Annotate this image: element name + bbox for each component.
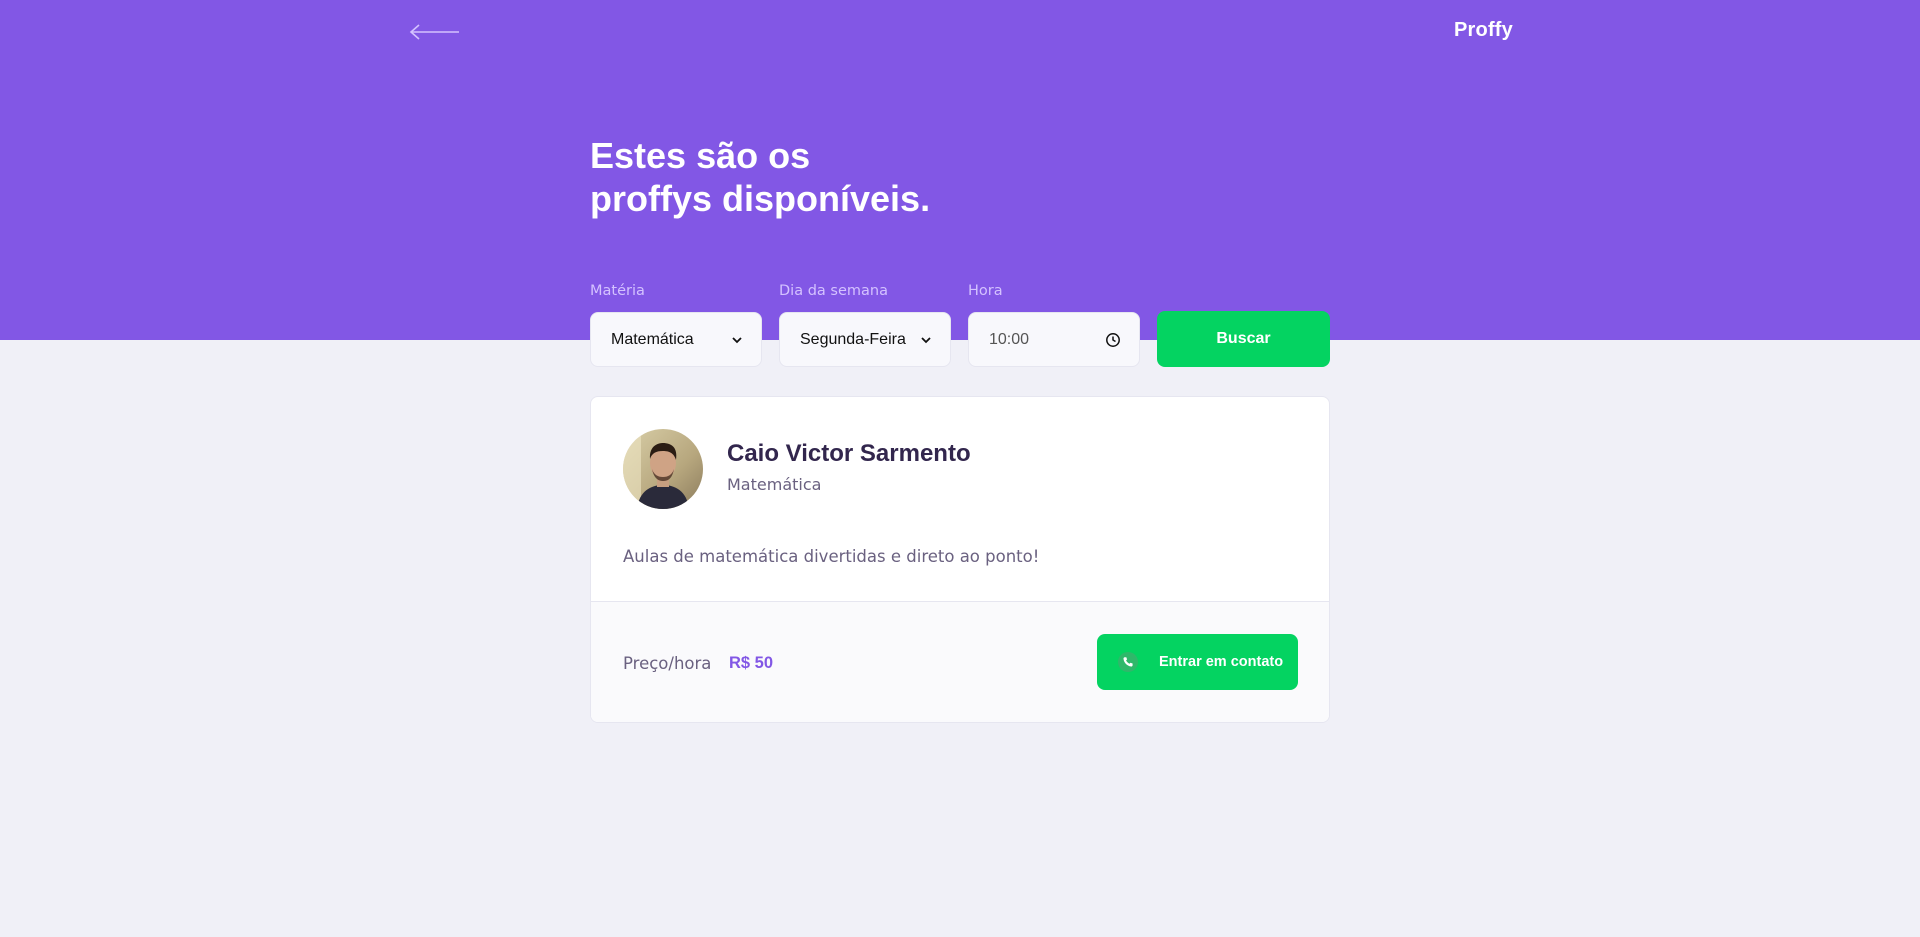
avatar-image	[623, 429, 703, 509]
time-input-value: 10:00	[989, 330, 1030, 348]
teacher-subject: Matemática	[727, 475, 822, 494]
card-footer: Preço/hora R$ 50 Entrar em contato	[591, 601, 1329, 722]
price-label: Preço/hora	[623, 654, 712, 673]
whatsapp-icon	[1118, 652, 1138, 672]
subject-select-value: Matemática	[611, 330, 694, 348]
page-title-line-2: proffys disponíveis.	[590, 178, 931, 219]
week-day-select-value: Segunda-Feira	[800, 330, 906, 348]
arrow-left-icon	[409, 24, 459, 40]
subject-select[interactable]: Matemática	[590, 312, 762, 367]
back-link[interactable]	[408, 18, 462, 46]
week-day-select[interactable]: Segunda-Feira	[779, 312, 951, 367]
week-day-label: Dia da semana	[779, 283, 888, 299]
search-button[interactable]: Buscar	[1157, 311, 1330, 367]
chevron-down-icon	[921, 336, 931, 343]
teacher-bio: Aulas de matemática divertidas e direto …	[623, 547, 1040, 566]
chevron-down-icon	[732, 336, 742, 343]
contact-button[interactable]: Entrar em contato	[1097, 634, 1298, 690]
clock-icon[interactable]	[1105, 332, 1121, 348]
page-title-line-1: Estes são os	[590, 135, 811, 176]
page-title: Estes são os proffys disponíveis.	[590, 134, 1090, 220]
contact-button-label: Entrar em contato	[1159, 654, 1284, 670]
avatar	[623, 429, 703, 509]
time-label: Hora	[968, 283, 1003, 299]
page-header: Proffy Estes são os proffys disponíveis.…	[0, 0, 1920, 367]
price-value: R$ 50	[729, 654, 774, 672]
time-input[interactable]: 10:00	[968, 312, 1140, 367]
proffy-logo: Proffy	[1454, 19, 1513, 41]
subject-label: Matéria	[590, 283, 645, 299]
teacher-name: Caio Victor Sarmento	[727, 440, 971, 467]
teacher-card: Caio Victor Sarmento Matemática Aulas de…	[590, 396, 1330, 723]
